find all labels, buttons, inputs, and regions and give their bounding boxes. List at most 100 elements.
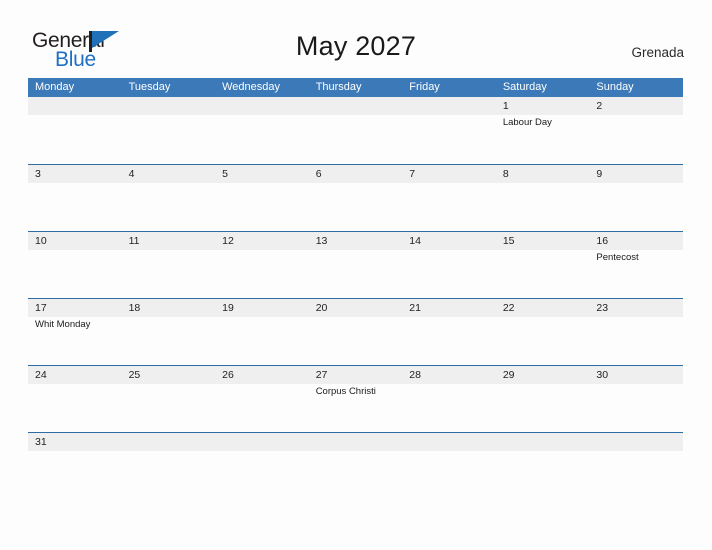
weekday-header-tuesday: Tuesday xyxy=(128,81,171,93)
day-cell[interactable]: 26 xyxy=(215,366,309,398)
page-title: May 2027 xyxy=(295,31,417,61)
day-cell-empty xyxy=(215,97,309,129)
day-number: 28 xyxy=(409,369,421,381)
day-cell[interactable]: 19 xyxy=(215,299,309,331)
day-cell-empty xyxy=(28,97,122,129)
calendar-week-row: 24 25 26 27 Corpus Christi 28 29 30 xyxy=(28,365,683,432)
calendar-week-row: 1 Labour Day 2 xyxy=(28,97,683,164)
day-number: 16 xyxy=(596,235,609,247)
day-cell-empty xyxy=(215,433,309,451)
day-cell[interactable]: 3 xyxy=(28,165,122,183)
day-cell[interactable]: 14 xyxy=(402,232,496,264)
day-cell[interactable]: 20 xyxy=(309,299,403,331)
day-number: 29 xyxy=(502,369,515,381)
day-cell[interactable]: 31 xyxy=(28,433,122,451)
day-cell[interactable]: 21 xyxy=(402,299,496,331)
weekday-header-monday: Monday xyxy=(35,81,75,93)
calendar-week-row: 17 Whit Monday 18 19 20 21 22 23 xyxy=(28,298,683,365)
day-events: Pentecost xyxy=(596,250,683,264)
day-number: 21 xyxy=(409,302,421,314)
day-cell-empty xyxy=(589,433,683,451)
day-cell[interactable]: 15 xyxy=(496,232,590,264)
holiday-event-label: Labour Day xyxy=(502,117,552,128)
day-cell[interactable]: 2 xyxy=(589,97,683,129)
day-cell-empty xyxy=(122,97,216,129)
day-cell[interactable]: 13 xyxy=(309,232,403,264)
day-number: 4 xyxy=(128,168,135,180)
day-cell[interactable]: 29 xyxy=(496,366,590,398)
day-cell[interactable]: 1 Labour Day xyxy=(496,97,590,129)
weekday-header-saturday: Saturday xyxy=(502,81,547,93)
day-cell[interactable]: 22 xyxy=(496,299,590,331)
day-events: Whit Monday xyxy=(35,317,122,331)
calendar-week-row: 3 4 5 6 7 8 9 xyxy=(28,164,683,231)
week-cells: 17 Whit Monday 18 19 20 21 22 23 xyxy=(28,299,683,331)
page-header: General Blue May 2027 Grenada xyxy=(0,0,712,78)
weekday-header-wednesday: Wednesday xyxy=(222,81,281,93)
day-number: 31 xyxy=(35,436,47,448)
calendar-week-row: 10 11 12 13 14 15 16 Pentecost xyxy=(28,231,683,298)
day-number: 14 xyxy=(409,235,421,247)
day-cell-empty xyxy=(309,433,403,451)
day-cell[interactable]: 24 xyxy=(28,366,122,398)
calendar-page: General Blue May 2027 Grenada Monday Tue… xyxy=(0,0,712,550)
day-cell-empty xyxy=(402,433,496,451)
day-events: Corpus Christi xyxy=(316,384,403,398)
day-cell[interactable]: 9 xyxy=(589,165,683,183)
day-number: 19 xyxy=(222,302,234,314)
day-number: 25 xyxy=(128,369,141,381)
day-cell[interactable]: 25 xyxy=(122,366,216,398)
day-cell-empty xyxy=(122,433,216,451)
day-number: 8 xyxy=(502,168,509,180)
day-cell[interactable]: 17 Whit Monday xyxy=(28,299,122,331)
day-number: 30 xyxy=(596,369,609,381)
day-cell[interactable]: 23 xyxy=(589,299,683,331)
day-number: 7 xyxy=(409,168,416,180)
day-cell[interactable]: 6 xyxy=(309,165,403,183)
day-cell[interactable]: 30 xyxy=(589,366,683,398)
day-cell-empty xyxy=(496,433,590,451)
week-cells: 1 Labour Day 2 xyxy=(28,97,683,129)
day-number: 17 xyxy=(35,302,47,314)
day-cell[interactable]: 12 xyxy=(215,232,309,264)
day-number: 1 xyxy=(502,100,509,112)
calendar-weeks: 1 Labour Day 2 3 4 5 6 7 8 9 10 11 12 13 14 15 16 Penteco… xyxy=(28,97,683,472)
weekday-header-friday: Friday xyxy=(409,81,440,93)
day-events: Labour Day xyxy=(503,115,590,129)
day-number: 10 xyxy=(35,235,47,247)
day-cell-empty xyxy=(402,97,496,129)
day-number: 23 xyxy=(596,302,609,314)
weekday-header-row: Monday Tuesday Wednesday Thursday Friday… xyxy=(28,78,683,97)
day-number: 6 xyxy=(315,168,322,180)
day-number: 13 xyxy=(315,235,328,247)
day-cell[interactable]: 11 xyxy=(122,232,216,264)
region-label: Grenada xyxy=(631,45,684,60)
day-cell[interactable]: 5 xyxy=(215,165,309,183)
day-number: 27 xyxy=(315,369,328,381)
day-cell[interactable]: 16 Pentecost xyxy=(589,232,683,264)
day-number: 24 xyxy=(35,369,47,381)
day-cell[interactable]: 27 Corpus Christi xyxy=(309,366,403,398)
calendar-grid: Monday Tuesday Wednesday Thursday Friday… xyxy=(28,78,683,472)
weekday-header-thursday: Thursday xyxy=(315,81,362,93)
day-number: 18 xyxy=(128,302,141,314)
week-cells: 31 xyxy=(28,433,683,451)
day-number: 20 xyxy=(315,302,328,314)
weekday-header-sunday: Sunday xyxy=(596,81,634,93)
day-number: 3 xyxy=(35,168,41,180)
day-cell[interactable]: 10 xyxy=(28,232,122,264)
day-cell-empty xyxy=(309,97,403,129)
day-cell[interactable]: 18 xyxy=(122,299,216,331)
day-number: 5 xyxy=(222,168,228,180)
day-cell[interactable]: 28 xyxy=(402,366,496,398)
holiday-event-label: Pentecost xyxy=(596,252,639,263)
holiday-event-label: Whit Monday xyxy=(35,319,91,330)
day-cell[interactable]: 4 xyxy=(122,165,216,183)
day-number: 15 xyxy=(502,235,515,247)
day-cell[interactable]: 7 xyxy=(402,165,496,183)
holiday-event-label: Corpus Christi xyxy=(315,386,376,397)
day-cell[interactable]: 8 xyxy=(496,165,590,183)
week-cells: 10 11 12 13 14 15 16 Pentecost xyxy=(28,232,683,264)
day-number: 22 xyxy=(502,302,515,314)
day-number: 12 xyxy=(222,235,234,247)
